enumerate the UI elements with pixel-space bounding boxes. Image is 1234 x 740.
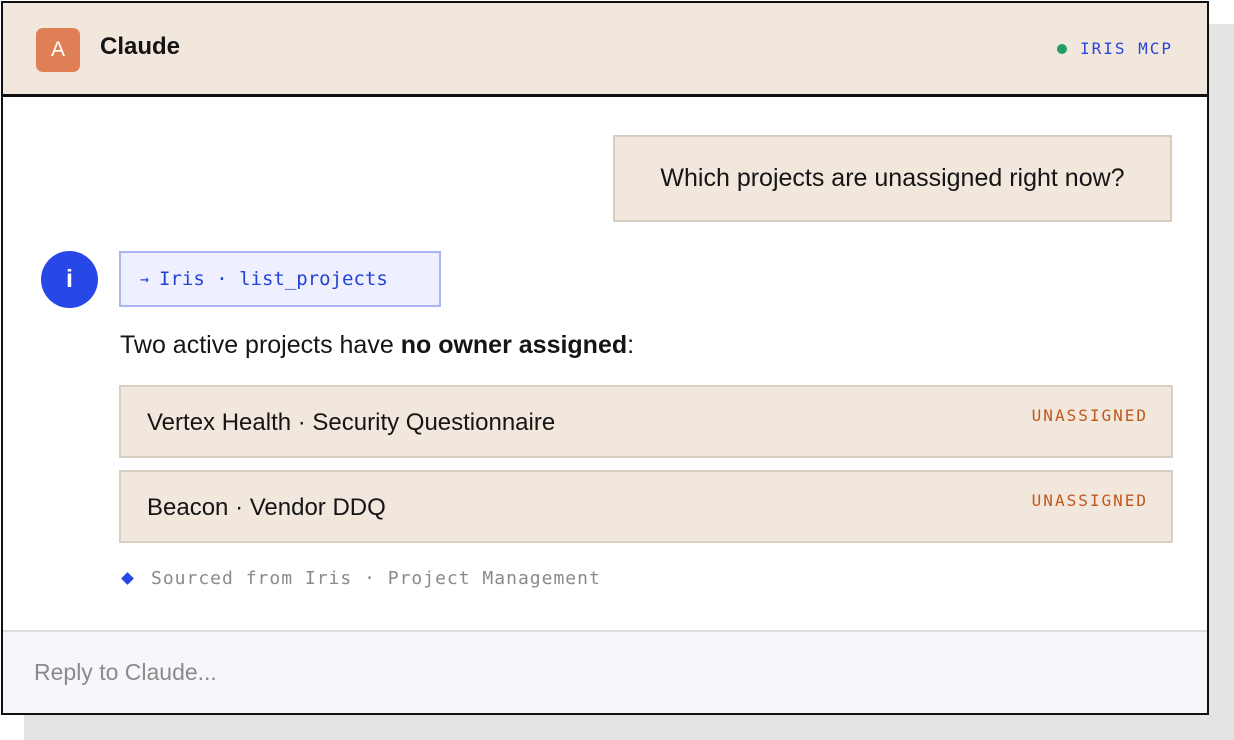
info-icon: i bbox=[41, 251, 98, 308]
status-badge: UNASSIGNED bbox=[1031, 406, 1148, 425]
reply-prefix: Two active projects have bbox=[120, 331, 401, 359]
chat-header: A Claude IRIS MCP bbox=[3, 3, 1207, 97]
status-label: IRIS MCP bbox=[1079, 39, 1173, 58]
project-row[interactable]: Beacon · Vendor DDQ UNASSIGNED bbox=[119, 470, 1173, 543]
reply-suffix: : bbox=[627, 331, 635, 359]
avatar[interactable]: A bbox=[36, 28, 80, 72]
user-message: Which projects are unassigned right now? bbox=[613, 135, 1172, 222]
tool-call-chip[interactable]: → Iris · list_projects bbox=[119, 251, 441, 307]
tool-call-label: Iris · list_projects bbox=[159, 268, 388, 290]
reply-bar bbox=[3, 630, 1207, 713]
status-badge: UNASSIGNED bbox=[1031, 491, 1148, 510]
project-row[interactable]: Vertex Health · Security Questionnaire U… bbox=[119, 385, 1173, 458]
source-note: Sourced from Iris · Project Management bbox=[120, 568, 601, 589]
project-name: Vertex Health · Security Questionnaire bbox=[147, 409, 556, 436]
assistant-reply: Two active projects have no owner assign… bbox=[120, 331, 634, 360]
reply-input[interactable] bbox=[3, 632, 1207, 713]
arrow-right-icon: → bbox=[140, 270, 150, 288]
status-dot-icon bbox=[1056, 43, 1067, 54]
reply-emphasis: no owner assigned bbox=[400, 331, 628, 359]
chat-window: A Claude IRIS MCP Which projects are una… bbox=[1, 1, 1209, 715]
source-text: Sourced from Iris · Project Management bbox=[151, 568, 601, 589]
app-title: Claude bbox=[100, 33, 181, 60]
connection-status: IRIS MCP bbox=[1056, 39, 1173, 58]
diamond-icon bbox=[121, 572, 134, 585]
project-name: Beacon · Vendor DDQ bbox=[147, 494, 386, 521]
